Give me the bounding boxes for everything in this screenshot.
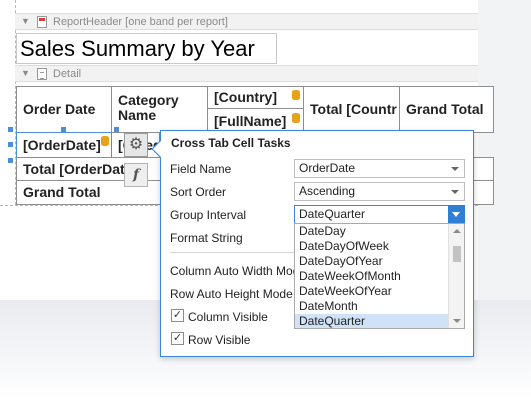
gear-icon[interactable]: ⚙ (124, 133, 148, 157)
design-surface-margin (478, 0, 531, 300)
report-header-band-icon (37, 16, 47, 28)
dropdown-option[interactable]: DateDayOfWeek (295, 239, 449, 254)
dropdown-option-selected[interactable]: DateQuarter (295, 314, 449, 328)
crosstab-order-date-header[interactable]: Order Date (16, 86, 112, 133)
crosstab-grand-total-header[interactable]: Grand Total (399, 86, 494, 133)
dropdown-option[interactable]: DateMonth (295, 299, 449, 314)
category-header-line2: Name (118, 107, 157, 123)
detail-band-label: Detail (53, 68, 82, 80)
grand-total-header-text: Grand Total (406, 101, 484, 117)
chevron-down-icon[interactable] (451, 167, 459, 171)
category-header-line1: Category (118, 92, 179, 108)
resize-handle[interactable] (114, 127, 119, 132)
scroll-up-icon[interactable] (453, 229, 461, 233)
function-icon[interactable]: f (124, 163, 148, 187)
row-auto-height-label: Row Auto Height Mode (170, 287, 293, 301)
row-visible-label: Row Visible (188, 333, 251, 347)
sort-order-label: Sort Order (170, 185, 227, 199)
resize-handle[interactable] (8, 158, 13, 163)
dropdown-button-icon[interactable] (448, 205, 465, 224)
cross-tab-cell-tasks-panel: Cross Tab Cell Tasks Field Name OrderDat… (151, 130, 474, 357)
report-title-label[interactable]: Sales Summary by Year (16, 33, 277, 64)
collapse-chevron-icon[interactable]: ▼ (21, 68, 30, 78)
scroll-down-icon[interactable] (453, 319, 461, 323)
scroll-thumb[interactable] (453, 246, 461, 262)
sort-order-value: Ascending (299, 184, 356, 198)
sort-order-combo[interactable]: Ascending (294, 182, 465, 201)
dropdown-option[interactable]: DateDay (295, 224, 449, 239)
data-field-icon (292, 90, 300, 100)
order-date-header-text: Order Date (23, 101, 96, 117)
column-visible-label: Column Visible (188, 310, 268, 324)
resize-handle[interactable] (8, 127, 13, 132)
format-string-label: Format String (170, 231, 243, 245)
field-name-label: Field Name (170, 162, 232, 176)
total-order-date-text: Total [OrderDate (23, 161, 133, 177)
total-country-text: Total [Countr (310, 101, 397, 117)
chevron-down-icon[interactable] (451, 190, 459, 194)
crosstab-category-name-header[interactable]: Category Name (111, 86, 208, 133)
column-auto-width-label: Column Auto Width Mode (170, 264, 307, 278)
field-name-value: OrderDate (299, 161, 356, 175)
grand-total-row-text: Grand Total (23, 184, 101, 200)
dropdown-option[interactable]: DateDayOfYear (295, 254, 449, 269)
report-header-band-strip[interactable]: ▼ ReportHeader [one band per report] (15, 13, 478, 30)
row-visible-checkbox[interactable]: ✓ (171, 332, 184, 345)
data-field-icon (292, 113, 300, 123)
detail-band-icon (37, 68, 47, 80)
country-field-text: [Country] (214, 89, 277, 105)
crosstab-country-field-cell[interactable]: [Country] (207, 86, 304, 109)
detail-band-strip[interactable]: ▼ Detail (15, 65, 478, 82)
field-name-combo[interactable]: OrderDate (294, 159, 465, 178)
selected-cell-outline (16, 132, 112, 158)
group-interval-value: DateQuarter (299, 207, 366, 221)
resize-handle[interactable] (61, 127, 66, 132)
group-interval-combo[interactable]: DateQuarter (294, 205, 465, 224)
tasks-panel-title: Cross Tab Cell Tasks (171, 136, 291, 150)
group-interval-label: Group Interval (170, 208, 247, 222)
panel-separator (170, 252, 295, 253)
fullname-field-text: [FullName] (214, 113, 287, 129)
dropdown-option[interactable]: DateWeekOfYear (295, 284, 449, 299)
group-interval-dropdown-list[interactable]: DateDay DateDayOfWeek DateDayOfYear Date… (294, 223, 465, 329)
resize-handle[interactable] (8, 142, 13, 147)
crosstab-total-country-header[interactable]: Total [Countr (303, 86, 400, 133)
dropdown-scrollbar[interactable] (448, 224, 464, 328)
report-header-band-label: ReportHeader [one band per report] (53, 16, 228, 28)
column-visible-checkbox[interactable]: ✓ (171, 309, 184, 322)
dropdown-option[interactable]: DateWeekOfMonth (295, 269, 449, 284)
collapse-chevron-icon[interactable]: ▼ (21, 16, 30, 26)
